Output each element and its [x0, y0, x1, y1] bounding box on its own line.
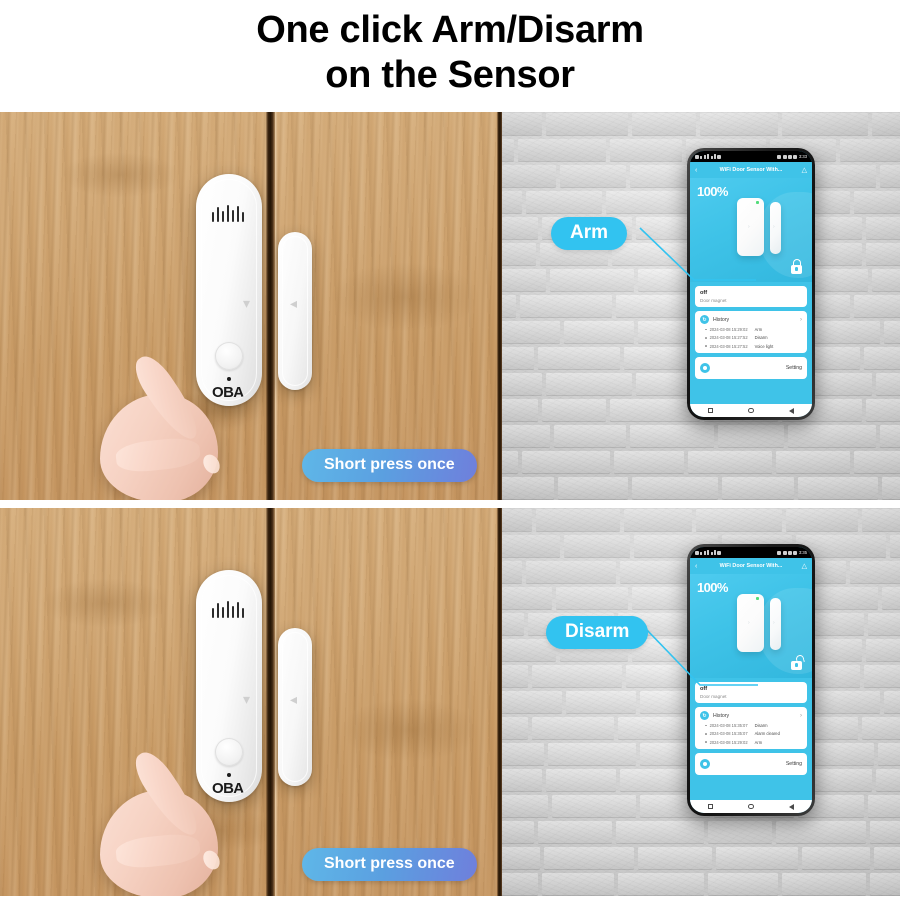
battery-percentage: 100%	[697, 580, 728, 595]
status-time: 3:35	[798, 550, 807, 555]
device-subtitle: Door magnet	[700, 298, 727, 303]
door-sensor-magnet-unit: ◂	[278, 232, 312, 390]
lock-closed-icon	[791, 259, 802, 274]
history-time: 2024-03-08 15:29:02	[709, 739, 748, 745]
history-icon: ↻	[700, 711, 709, 720]
triangle-back-icon[interactable]	[789, 407, 795, 414]
setting-card[interactable]: Setting	[695, 752, 807, 775]
history-time: 2024-03-08 15:35:07	[709, 723, 748, 729]
status-left-icons	[695, 550, 722, 555]
history-event: Voice light	[754, 343, 774, 349]
alignment-arrow-icon: ◂	[290, 691, 298, 707]
product-infographic: One click Arm/Disarm on the Sensor ▾ OBA…	[0, 0, 900, 900]
bullet-icon	[705, 345, 707, 347]
square-icon[interactable]	[707, 408, 713, 413]
bullet-icon	[705, 337, 707, 339]
callout-disarm-label: Disarm	[565, 621, 630, 642]
page-title: One click Arm/Disarm on the Sensor	[0, 8, 900, 98]
gear-icon	[700, 758, 710, 769]
history-time: 2024-03-08 15:35:07	[709, 731, 748, 737]
history-time: 2024-03-08 15:27:52	[709, 343, 748, 349]
chevron-left-icon[interactable]: ‹	[695, 563, 697, 570]
cards-area: off Door magnet ↻ History › 2024-03-08 1…	[690, 282, 812, 404]
app-title: WiFi Door Sensor With...	[719, 563, 783, 569]
triangle-back-icon[interactable]	[789, 803, 795, 810]
short-press-label: Short press once	[324, 456, 455, 473]
setting-card[interactable]: Setting	[695, 356, 807, 379]
bullet-icon	[705, 724, 707, 727]
alignment-arrow-icon: ◂	[290, 295, 298, 311]
title-line-2: on the Sensor	[325, 54, 575, 97]
app-header: ‹ WiFi Door Sensor With... △	[690, 558, 812, 574]
chevron-left-icon[interactable]: ‹	[695, 167, 697, 174]
share-icon[interactable]: △	[802, 167, 807, 174]
setting-label: Setting	[785, 760, 802, 767]
history-event: Disarm	[754, 723, 768, 729]
list-item: 2024-03-08 15:35:07 Disarm	[705, 723, 802, 728]
short-press-badge-arm: Short press once	[302, 449, 477, 482]
circle-icon[interactable]	[748, 803, 754, 810]
list-item: 2024-03-08 15:27:52 Voice light	[705, 344, 802, 349]
list-item: 2024-03-08 15:29:02 Arm	[705, 327, 802, 332]
battery-percentage: 100%	[697, 184, 728, 199]
speaker-slits-icon	[196, 596, 262, 618]
history-list: 2024-03-08 15:29:02 Arm 2024-03-08 15:27…	[700, 327, 802, 349]
history-header[interactable]: ↻ History ›	[700, 711, 802, 720]
status-right-icons: 3:35	[777, 550, 807, 555]
alignment-arrow-icon: ▾	[242, 691, 250, 707]
list-item: 2024-03-08 15:29:02 Arm	[705, 740, 802, 745]
history-label: History	[713, 712, 730, 719]
list-item: 2024-03-08 15:27:52 Disarm	[705, 335, 802, 340]
panel-divider	[0, 500, 900, 508]
android-navbar	[690, 800, 812, 813]
bullet-icon	[705, 741, 707, 743]
history-card[interactable]: ↻ History › 2024-03-08 15:35:07 Disarm 2…	[695, 707, 807, 749]
history-event: Alarm cleared	[754, 731, 780, 737]
panel-arm: ▾ OBA ◂ 3:33 ‹ WiFi Door Sensor With... …	[0, 112, 900, 500]
history-time: 2024-03-08 15:27:52	[709, 335, 748, 341]
chevron-right-icon[interactable]: ›	[800, 713, 802, 719]
hand-pressing-button	[100, 342, 270, 500]
app-title: WiFi Door Sensor With...	[719, 167, 783, 173]
history-card[interactable]: ↻ History › 2024-03-08 15:29:02 Arm 2024…	[695, 311, 807, 353]
status-left-icons	[695, 154, 722, 159]
history-event: Arm	[754, 739, 763, 745]
callout-arm-label: Arm	[570, 222, 609, 243]
status-bar: 3:33	[690, 151, 812, 162]
history-list: 2024-03-08 15:35:07 Disarm 2024-03-08 15…	[700, 723, 802, 745]
square-icon[interactable]	[707, 804, 713, 809]
history-icon: ↻	[700, 315, 709, 324]
lock-open-icon	[791, 654, 806, 670]
short-press-badge-disarm: Short press once	[302, 848, 477, 881]
status-bar: 3:35	[690, 547, 812, 558]
alignment-arrow-icon: ▾	[242, 295, 250, 311]
share-icon[interactable]: △	[802, 563, 807, 570]
circle-icon[interactable]	[748, 407, 754, 414]
history-event: Disarm	[754, 335, 768, 341]
bullet-icon	[705, 733, 707, 735]
gear-icon	[700, 362, 710, 373]
door-sensor-magnet-unit: ◂	[278, 628, 312, 786]
panel-disarm: ▾ OBA ◂ 3:35 ‹ WiFi Door Sensor With... …	[0, 508, 900, 896]
history-label: History	[713, 316, 730, 323]
history-header[interactable]: ↻ History ›	[700, 315, 802, 324]
app-header: ‹ WiFi Door Sensor With... △	[690, 162, 812, 178]
status-time: 3:33	[798, 154, 807, 159]
callout-disarm: Disarm	[546, 616, 649, 649]
history-time: 2024-03-08 15:29:02	[709, 327, 748, 333]
speaker-slits-icon	[196, 200, 262, 222]
android-navbar	[690, 404, 812, 417]
short-press-label: Short press once	[324, 855, 455, 872]
hand-pressing-button	[100, 738, 270, 896]
bullet-icon	[705, 328, 707, 331]
list-item: 2024-03-08 15:35:07 Alarm cleared	[705, 731, 802, 736]
setting-label: Setting	[785, 364, 802, 371]
chevron-right-icon[interactable]: ›	[800, 317, 802, 323]
title-line-1: One click Arm/Disarm	[256, 9, 644, 51]
history-event: Arm	[754, 327, 763, 333]
callout-arm: Arm	[551, 217, 628, 250]
status-right-icons: 3:33	[777, 154, 807, 159]
